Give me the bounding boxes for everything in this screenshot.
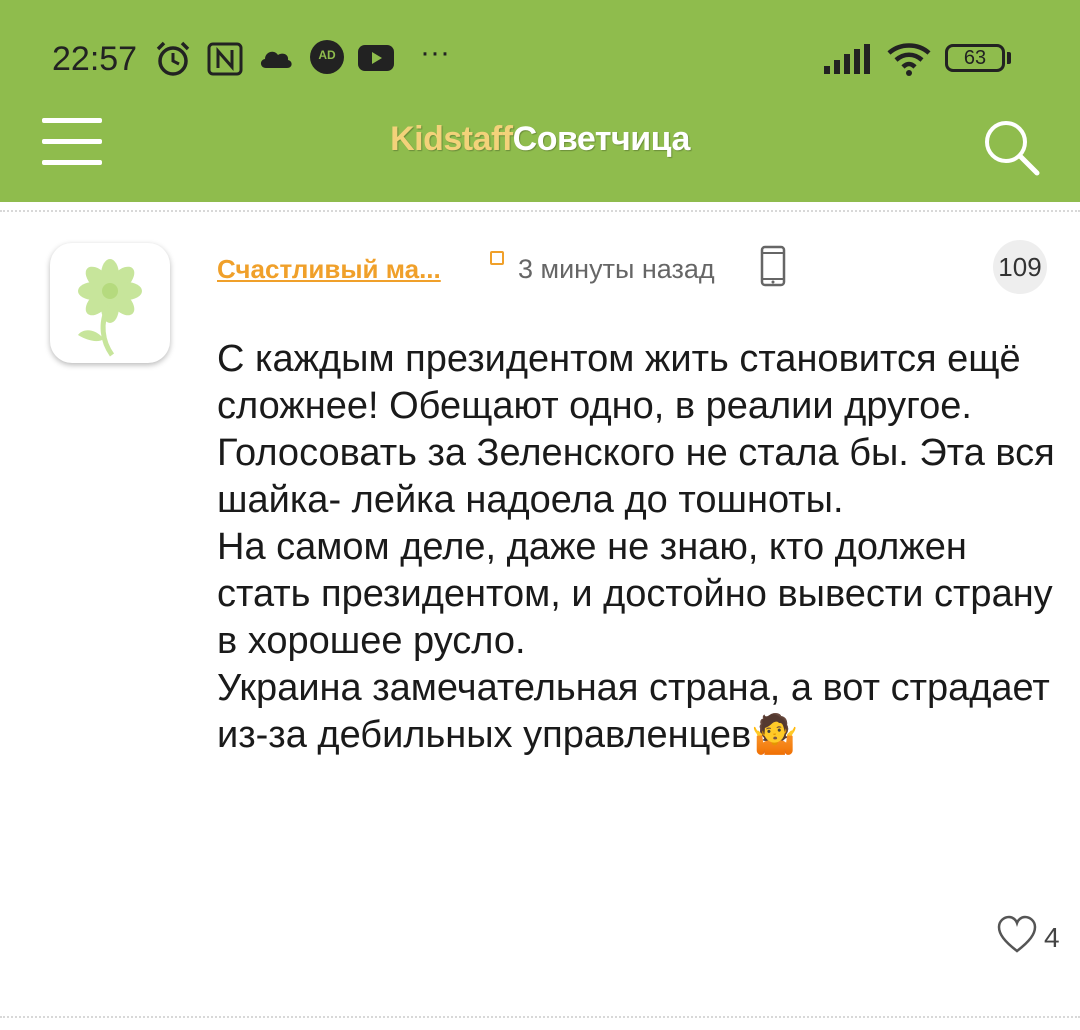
hamburger-line bbox=[42, 160, 102, 165]
signal-icon bbox=[824, 44, 870, 74]
author-link[interactable]: Счастливый ма... bbox=[217, 254, 441, 285]
comment-body: С каждым президентом жить становится ещё… bbox=[217, 338, 1055, 756]
battery-tip bbox=[1007, 52, 1011, 64]
youtube-icon bbox=[358, 45, 394, 71]
avatar[interactable] bbox=[50, 243, 170, 363]
cloud-icon bbox=[260, 51, 292, 68]
flower-avatar-icon bbox=[78, 259, 142, 357]
app-header: 22:57 AD ··· 63 KidstaffСоветчица bbox=[0, 0, 1080, 202]
wifi-icon bbox=[887, 43, 931, 76]
ad-blocker-icon: AD bbox=[310, 40, 344, 74]
status-square-icon bbox=[490, 251, 504, 265]
nfc-icon bbox=[207, 42, 243, 76]
heart-icon[interactable] bbox=[996, 915, 1038, 955]
app-title: KidstaffСоветчица bbox=[0, 120, 1080, 159]
like-count: 4 bbox=[1044, 922, 1060, 953]
mobile-device-icon bbox=[760, 245, 786, 287]
search-icon[interactable] bbox=[982, 118, 1042, 178]
alarm-icon bbox=[156, 41, 190, 76]
brand-name: Kidstaff bbox=[390, 120, 513, 158]
comment-time: 3 минуты назад bbox=[518, 254, 715, 284]
battery-level: 63 bbox=[963, 47, 987, 69]
status-time: 22:57 bbox=[52, 40, 138, 78]
comment-divider bbox=[0, 1016, 1080, 1018]
more-notifications-icon: ··· bbox=[420, 36, 450, 69]
ad-blocker-label: AD bbox=[318, 48, 336, 62]
header-divider bbox=[0, 210, 1080, 212]
battery-icon: 63 bbox=[945, 44, 1005, 72]
section-name: Советчица bbox=[512, 120, 691, 158]
post-number-badge[interactable]: 109 bbox=[993, 240, 1047, 294]
